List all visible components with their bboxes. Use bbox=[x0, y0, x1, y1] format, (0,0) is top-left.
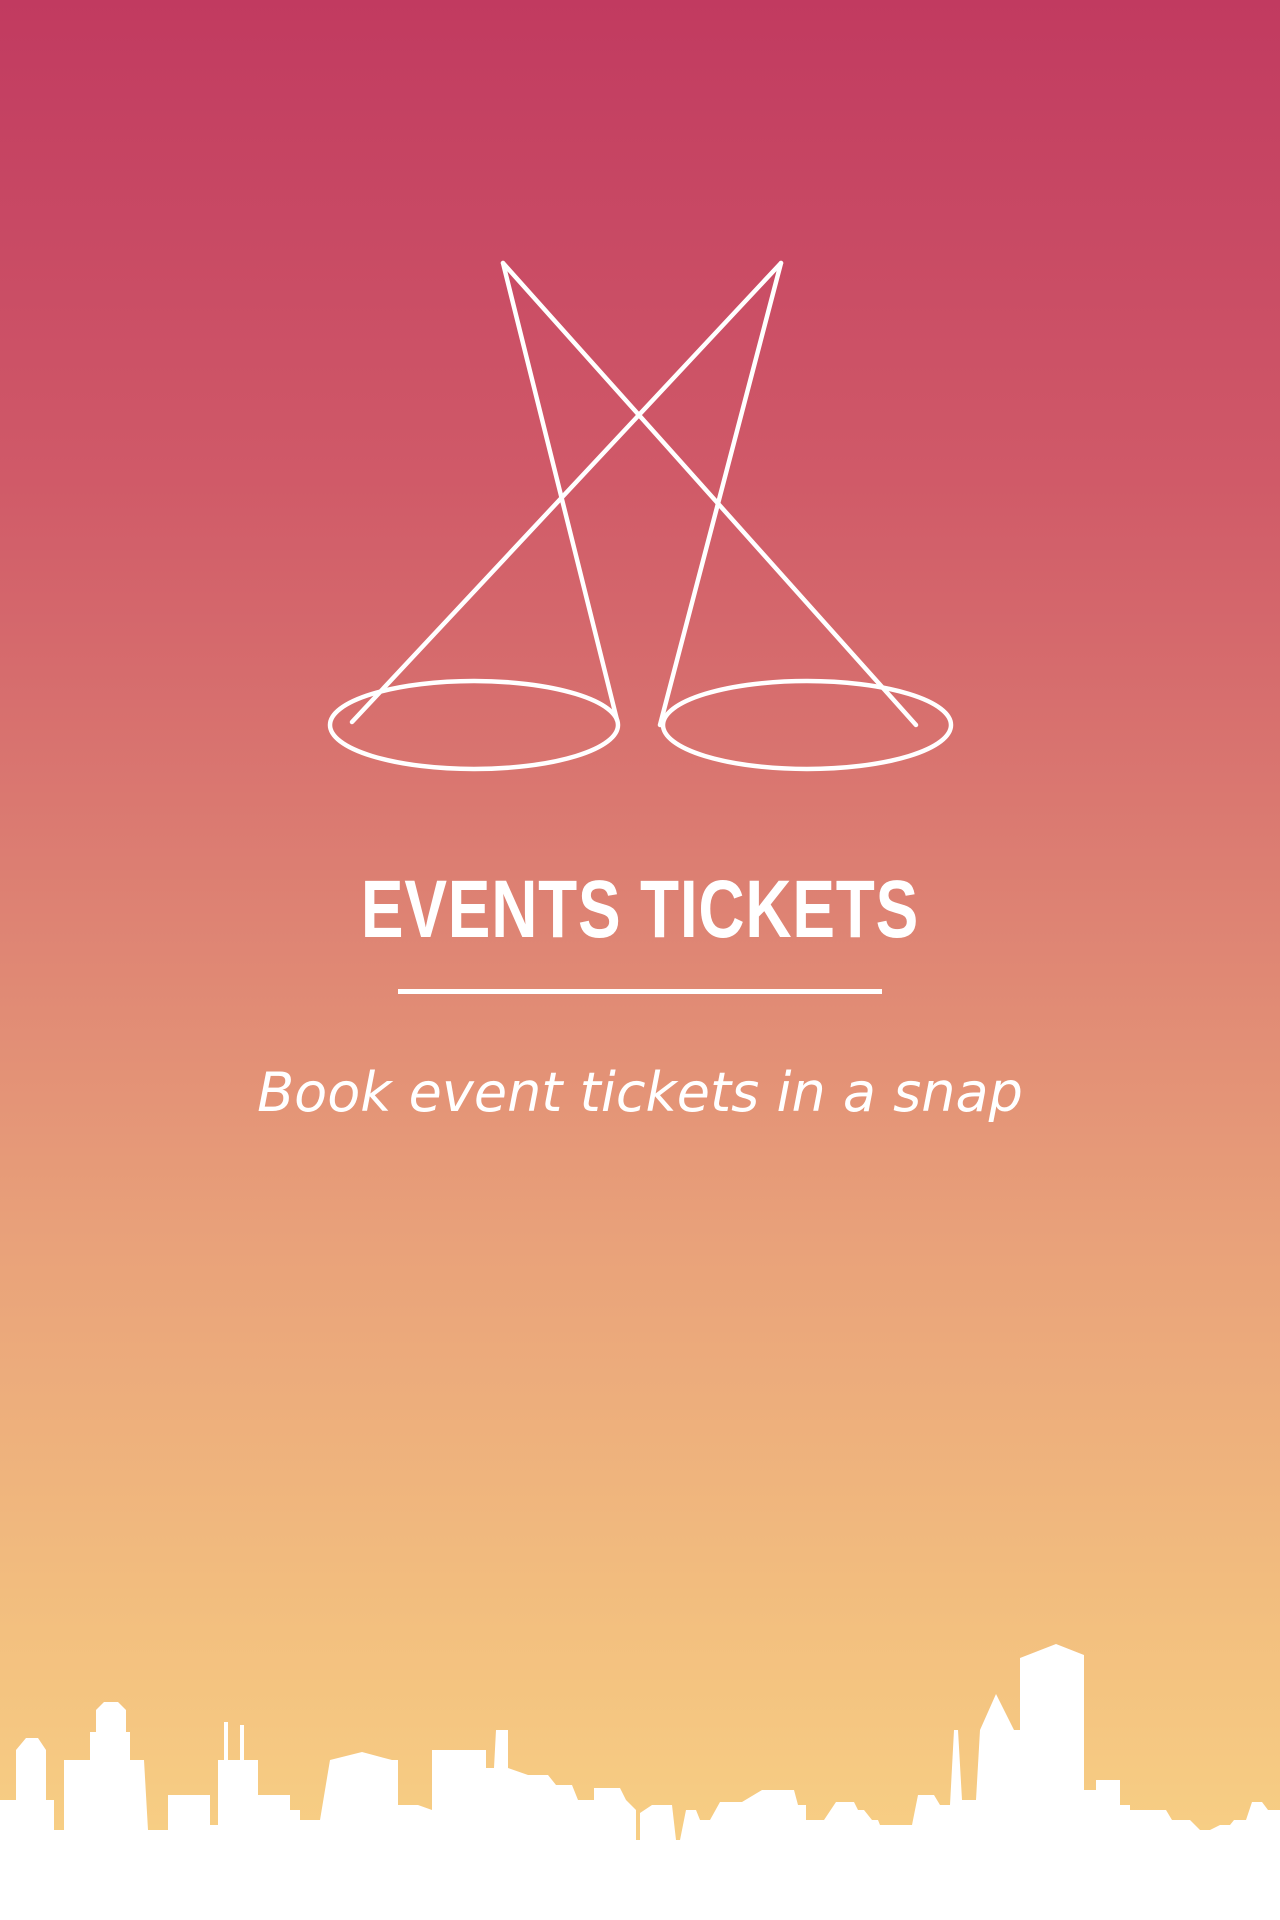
splash-screen: EVENTS TICKETS Book event tickets in a s… bbox=[0, 0, 1280, 1920]
title-divider bbox=[398, 989, 882, 994]
city-skyline-silhouette bbox=[0, 1644, 1280, 1920]
app-title: EVENTS TICKETS bbox=[360, 864, 920, 955]
tagline: Book event tickets in a snap bbox=[257, 1061, 1023, 1124]
spotlights-icon bbox=[327, 260, 954, 772]
